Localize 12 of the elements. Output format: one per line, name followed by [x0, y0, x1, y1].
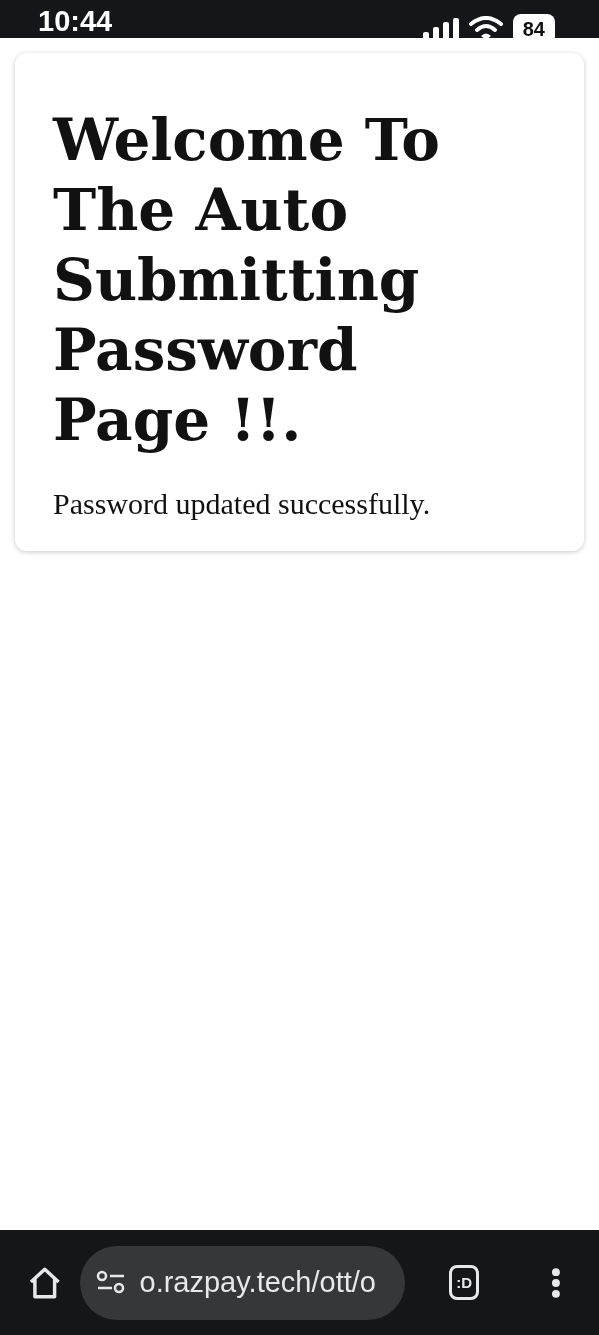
site-settings-icon[interactable] — [95, 1269, 126, 1296]
status-message: Password updated successfully. — [53, 487, 432, 521]
signal-icon — [422, 18, 459, 38]
clock-time: 10:44 — [38, 6, 113, 36]
wifi-icon — [468, 16, 503, 38]
battery-level: 84 — [512, 14, 555, 38]
url-text: o.razpay.tech/ott/o — [139, 1266, 376, 1299]
menu-icon[interactable] — [551, 1266, 561, 1299]
home-icon[interactable] — [28, 1265, 62, 1300]
page-heading: Welcome To The Auto Submitting Password Page !!. — [53, 105, 441, 455]
tab-switcher-button[interactable]: :D — [449, 1265, 480, 1300]
address-bar[interactable]: o.razpay.tech/ott/o — [79, 1245, 406, 1320]
